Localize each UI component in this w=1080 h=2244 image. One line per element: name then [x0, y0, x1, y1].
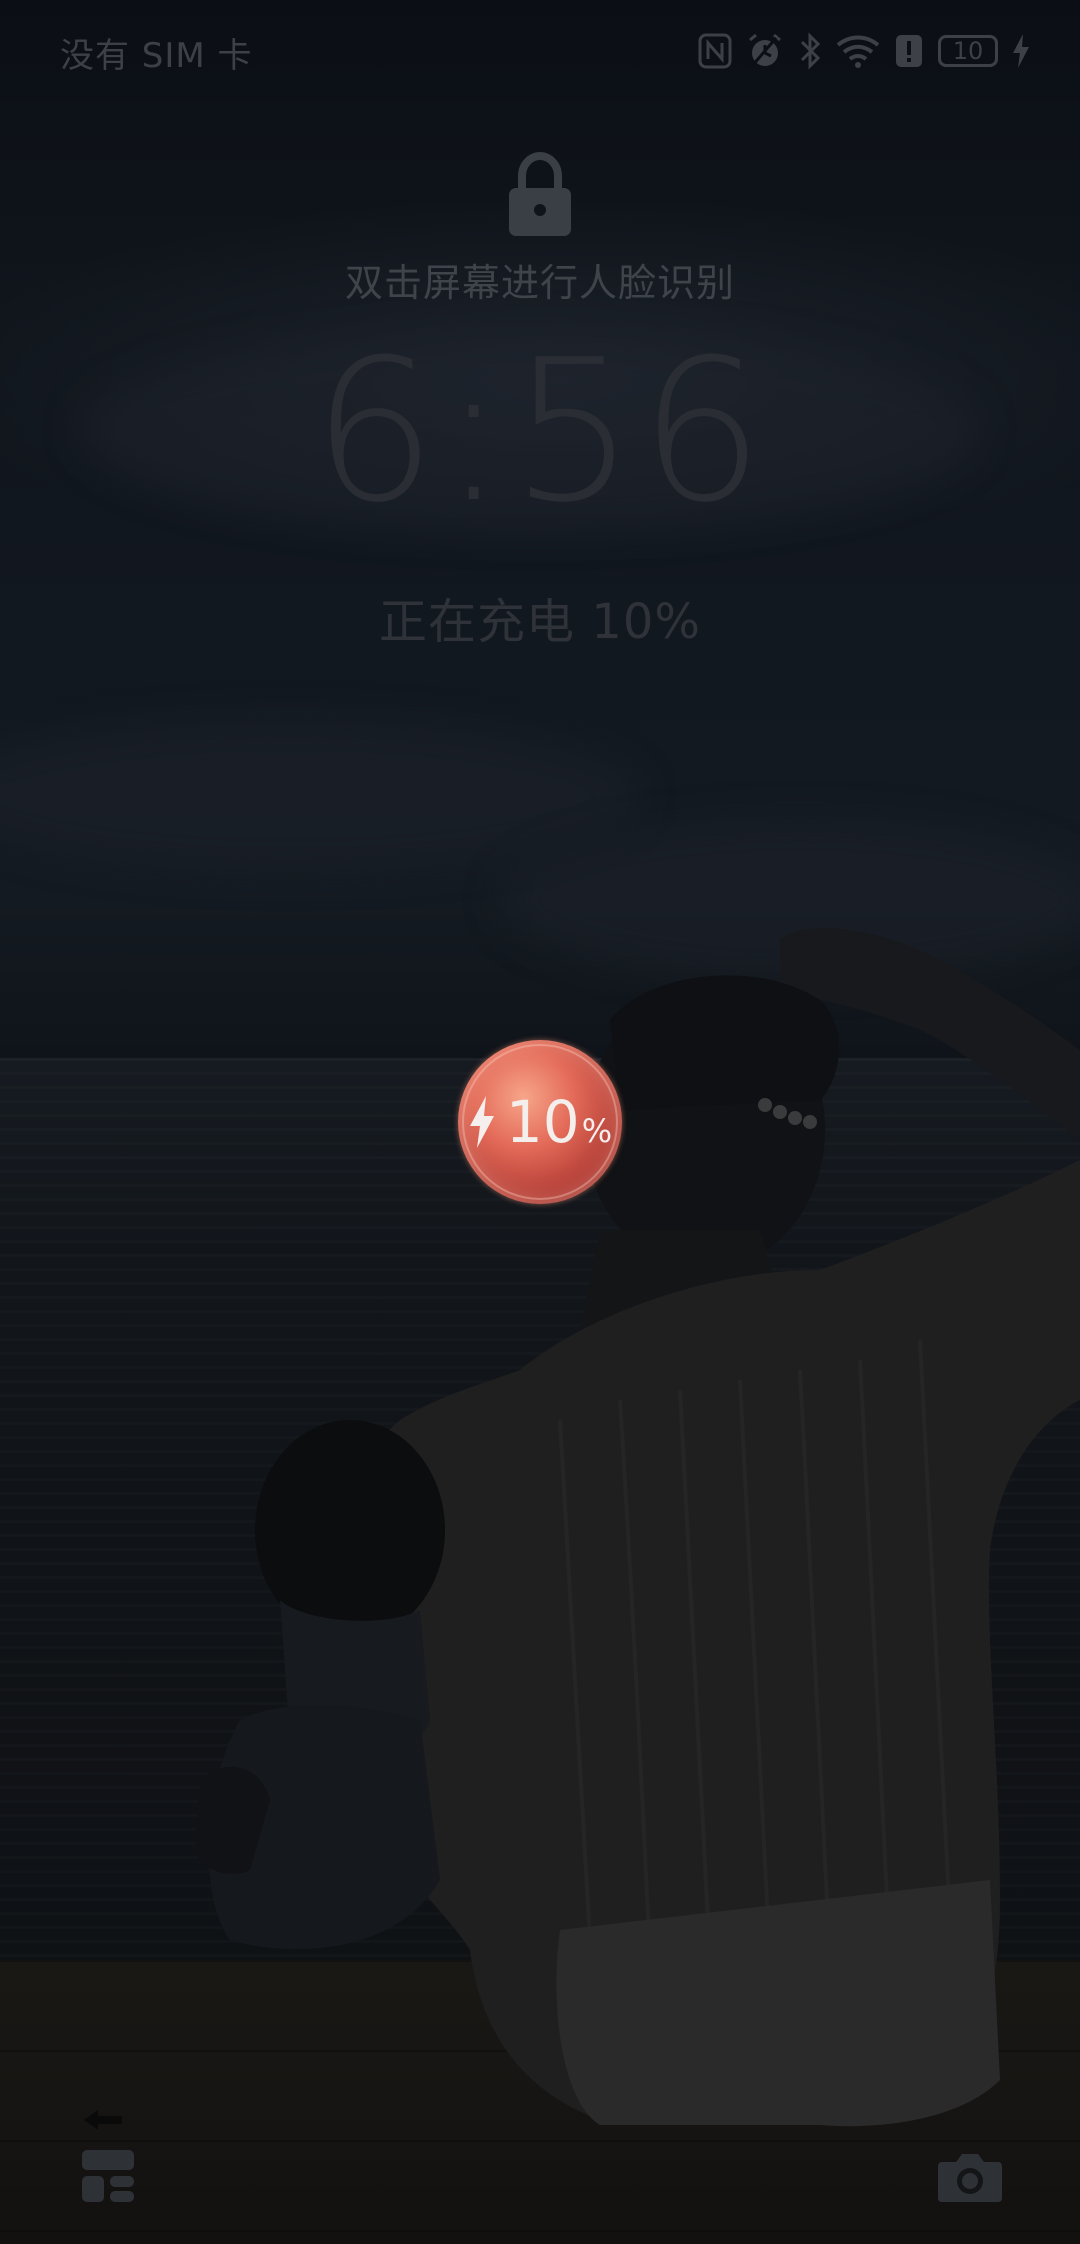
- nfc-icon: [698, 33, 732, 69]
- lock-clock: 6:56: [311, 318, 769, 546]
- lock-icon: [509, 151, 571, 236]
- notification-alert-icon: [896, 35, 922, 67]
- carrier-label: 没有 SIM 卡: [60, 36, 253, 76]
- charging-bolt-icon: [1013, 34, 1029, 68]
- lock-screen[interactable]: 没有 SIM 卡 10 双击屏幕进行人脸识别 6:56 正在充电 10% 10 …: [0, 0, 1080, 2244]
- bluetooth-icon: [800, 32, 821, 70]
- wifi-icon: [836, 35, 880, 68]
- alarm-icon: [749, 33, 781, 67]
- status-bar: 没有 SIM 卡 10: [0, 0, 1080, 100]
- camera-icon[interactable]: [936, 2150, 1004, 2204]
- charging-bolt-icon: [469, 1096, 494, 1148]
- face-unlock-hint[interactable]: 双击屏幕进行人脸识别: [0, 252, 1080, 307]
- orb-percentage-unit: %: [581, 1112, 613, 1150]
- swipe-hint-arrow-icon: [84, 2110, 122, 2130]
- status-icons: 10: [698, 30, 1030, 72]
- charging-status: 正在充电 10%: [379, 594, 701, 650]
- battery-level: 10: [952, 37, 984, 65]
- orb-percentage-value: 10: [505, 1088, 580, 1156]
- widgets-icon[interactable]: [80, 2148, 136, 2204]
- battery-icon: 10: [938, 35, 998, 67]
- orb-content: 10 %: [468, 1093, 612, 1151]
- charging-indicator-orb: 10 %: [458, 1040, 622, 1204]
